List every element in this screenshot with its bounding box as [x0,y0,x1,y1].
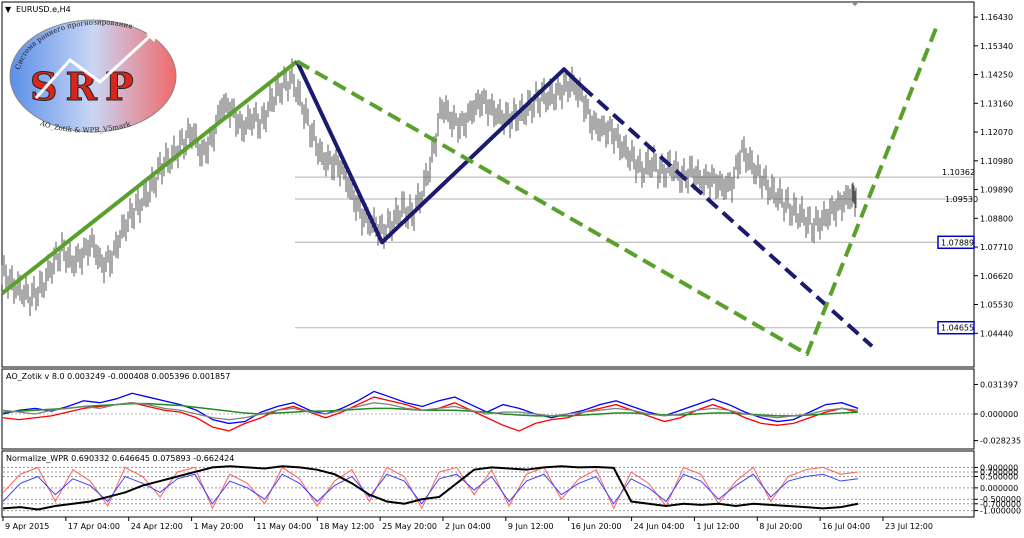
price-tick-label: 1.06620 [980,272,1013,281]
wpr-tick-label: 0.000000 [980,484,1018,493]
price-tick-label: 1.15340 [980,42,1013,51]
wave-line [295,60,584,245]
price-tick-label: 1.08800 [980,214,1013,223]
ao-panel-title: AO_Zotik v 8.0 0.003249 -0.000408 0.0053… [6,372,230,381]
time-tick-label: 23 Jul 12:00 [885,522,933,531]
price-tick-label: 1.04440 [980,329,1013,338]
time-tick-label: 2 Jun 04:00 [445,522,491,531]
scroll-marker-icon[interactable] [851,2,859,6]
ao-series-line [2,390,859,425]
wpr-tick-label: -1.000000 [980,507,1021,516]
wpr-indicator: 0.9000000.7000000.5000000.000000-0.50000… [2,463,1021,516]
price-tick-label: 1.16430 [980,13,1013,22]
time-tick-label: 25 May 20:00 [382,522,437,531]
time-tick-label: 9 Jun 12:00 [508,522,554,531]
symbol-label: EURUSD.e,H4 [16,5,71,14]
chart-dropdown-icon[interactable]: ▼ [5,5,12,14]
time-tick-label: 9 Apr 2015 [5,522,49,531]
price-levels: 1.10362 1.09530 1.07889 1.04655 [295,168,978,335]
srp-logo: Система раннего прогнозирования AO_Zotik… [9,18,177,134]
time-axis: 9 Apr 2015 17 Apr 04:00 24 Apr 12:00 1 May … [2,517,933,531]
time-tick-label: 16 Jun 20:00 [571,522,622,531]
time-tick-label: 8 Jul 20:00 [759,522,802,531]
ao-tick-label: 0.000000 [980,410,1018,419]
wave-line [296,25,939,357]
level-label: 1.10362 [942,168,975,177]
ao-tick-label: 0.031397 [980,380,1018,389]
price-tick-label: 1.07710 [980,243,1013,252]
price-tick-label: 1.05530 [980,301,1013,310]
wpr-tick-label: 0.500000 [980,473,1018,482]
level-label: 1.04655 [941,324,974,333]
ao-tick-label: -0.028235 [980,437,1021,446]
price-tick-label: 1.13160 [980,99,1013,108]
time-tick-label: 24 Jun 04:00 [634,522,685,531]
price-tick-label: 1.12070 [980,128,1013,137]
time-tick-label: 1 May 20:00 [194,522,244,531]
time-tick-label: 17 Apr 04:00 [68,522,120,531]
price-tick-label: 1.10980 [980,157,1013,166]
time-tick-label: 1 Jul 12:00 [696,522,739,531]
ao-indicator: 0.031397 0.000000 -0.028235 [2,380,1021,446]
wpr-panel-title: Normalize_WPR 0.690332 0.646645 0.075893… [6,454,234,463]
level-label: 1.07889 [941,238,974,247]
time-tick-label: 18 May 12:00 [319,522,374,531]
time-tick-label: 16 Jul 04:00 [822,522,870,531]
ao-panel-frame [1,368,975,450]
trading-chart: 1.10362 1.09530 1.07889 1.04655 1.16430 1.15… [0,1,1021,531]
price-tick-label: 1.14250 [980,71,1013,80]
level-label: 1.09530 [945,195,978,204]
price-tick-label: 1.09890 [980,186,1013,195]
time-tick-label: 11 May 04:00 [256,522,311,531]
price-axis: 1.16430 1.15340 1.14250 1.13160 1.12070 1.109… [974,13,1013,338]
time-tick-label: 24 Apr 12:00 [131,522,183,531]
